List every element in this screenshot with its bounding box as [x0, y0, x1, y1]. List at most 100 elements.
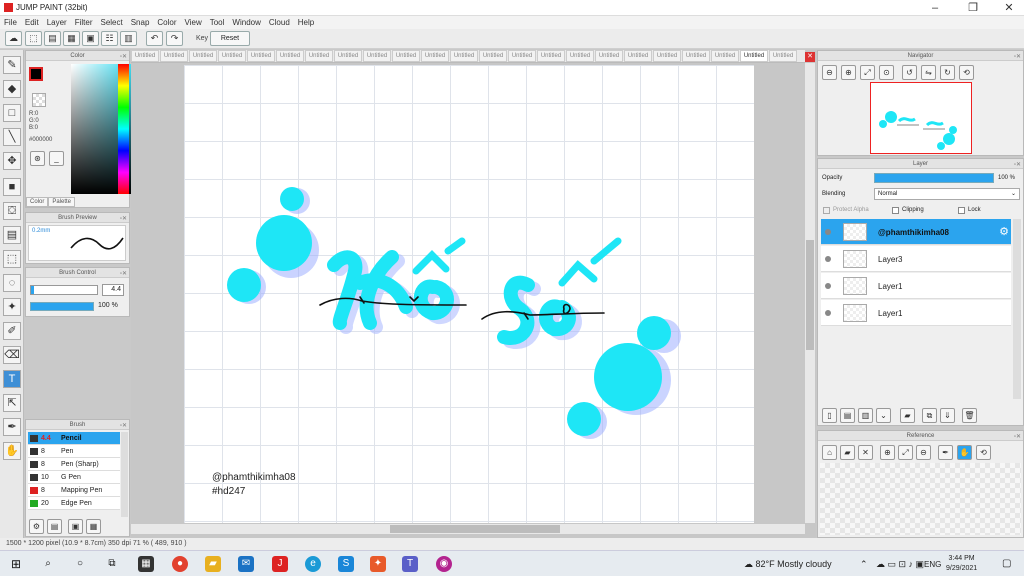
- eye-icon[interactable]: [825, 256, 831, 262]
- language-indicator[interactable]: ENG: [924, 560, 941, 569]
- actual-size-icon[interactable]: ⊙: [879, 65, 894, 80]
- rotate-right-icon[interactable]: ↻: [940, 65, 955, 80]
- horizontal-scroll-thumb[interactable]: [390, 525, 560, 533]
- layer-list-scrollbar[interactable]: [1013, 219, 1021, 399]
- panel-close-icon[interactable]: ▫✕: [1014, 160, 1021, 170]
- menu-view[interactable]: View: [181, 16, 206, 27]
- eraser-tool-icon[interactable]: ◆: [3, 80, 21, 98]
- pen-tool-icon[interactable]: ✎: [3, 56, 21, 74]
- brush-size-slider[interactable]: [30, 285, 98, 295]
- brush-item-mapping-pen[interactable]: 8 Mapping Pen: [28, 484, 120, 497]
- fit-icon[interactable]: ⤢: [860, 65, 875, 80]
- eye-icon[interactable]: [825, 229, 831, 235]
- store-icon[interactable]: ▦: [138, 556, 154, 572]
- drawing-canvas[interactable]: [184, 65, 754, 523]
- tray-chevron-icon[interactable]: ⌃: [860, 559, 868, 570]
- clipping-checkbox[interactable]: [892, 207, 899, 214]
- new-layer-8bit-icon[interactable]: ▤: [840, 408, 855, 423]
- minimize-button[interactable]: –: [924, 1, 946, 15]
- flip-icon[interactable]: ⇋: [921, 65, 936, 80]
- document-tab[interactable]: Untitled: [537, 50, 565, 62]
- maximize-button[interactable]: ❐: [962, 1, 984, 15]
- mail-icon[interactable]: ✉: [238, 556, 254, 572]
- app-icon-purple[interactable]: ◉: [436, 556, 452, 572]
- lasso-tool-icon[interactable]: ◌: [3, 274, 21, 292]
- menu-file[interactable]: File: [0, 16, 21, 27]
- layer-dropdown-icon[interactable]: ⌄: [876, 408, 891, 423]
- panel-close-icon[interactable]: ▫✕: [120, 269, 127, 279]
- new-folder-icon[interactable]: ▰: [900, 408, 915, 423]
- document-tab[interactable]: Untitled: [363, 50, 391, 62]
- select-eraser-tool-icon[interactable]: ⌫: [3, 346, 21, 364]
- foreground-color-swatch[interactable]: [29, 67, 43, 81]
- reference-hand-icon[interactable]: ✋: [957, 445, 972, 460]
- eyedropper-tool-icon[interactable]: ✒: [3, 418, 21, 436]
- menu-color[interactable]: Color: [153, 16, 180, 27]
- hand-tool-icon[interactable]: ✋: [3, 442, 21, 460]
- teams-icon[interactable]: T: [402, 556, 418, 572]
- menu-help[interactable]: Help: [294, 16, 318, 27]
- search-icon[interactable]: ⌕: [40, 556, 56, 572]
- layer-row[interactable]: Layer1: [821, 273, 1011, 299]
- menu-cloud[interactable]: Cloud: [265, 16, 294, 27]
- save-icon[interactable]: ▦: [63, 31, 80, 46]
- duplicate-layer-icon[interactable]: ⧉: [922, 408, 937, 423]
- color-option-icon[interactable]: _: [49, 151, 64, 166]
- menu-layer[interactable]: Layer: [43, 16, 71, 27]
- document-tab[interactable]: Untitled: [247, 50, 275, 62]
- brush-settings-icon[interactable]: ⚙: [29, 519, 44, 534]
- reference-zoom-in-icon[interactable]: ⊕: [880, 445, 895, 460]
- reference-close-icon[interactable]: ✕: [858, 445, 873, 460]
- brush-opacity-slider[interactable]: [30, 302, 94, 311]
- document-tab[interactable]: Untitled: [595, 50, 623, 62]
- transparent-color-swatch[interactable]: [32, 93, 46, 107]
- gradient-tool-icon[interactable]: ▤: [3, 226, 21, 244]
- reset-view-icon[interactable]: ⟲: [959, 65, 974, 80]
- new-layer-icon[interactable]: ▯: [822, 408, 837, 423]
- layer-row[interactable]: Layer1: [821, 300, 1011, 326]
- print-icon[interactable]: ▥: [120, 31, 137, 46]
- navigator-thumbnail[interactable]: [870, 82, 972, 154]
- select-rect-tool-icon[interactable]: ⬚: [3, 250, 21, 268]
- document-tab[interactable]: Untitled: [421, 50, 449, 62]
- layer-row[interactable]: Layer3: [821, 246, 1011, 272]
- notification-icon[interactable]: ▢: [1002, 558, 1011, 569]
- lock-checkbox[interactable]: [958, 207, 965, 214]
- tab-color[interactable]: Color: [26, 197, 49, 207]
- reference-view[interactable]: [820, 463, 1021, 535]
- menu-select[interactable]: Select: [96, 16, 126, 27]
- close-button[interactable]: ✕: [998, 1, 1020, 15]
- clock[interactable]: 3:44 PM 9/29/2021: [946, 554, 977, 574]
- layer-row[interactable]: @phamthikimha08 ⚙: [821, 219, 1011, 245]
- document-tab[interactable]: Untitled: [276, 50, 304, 62]
- brush-item-pen-sharp[interactable]: 8 Pen (Sharp): [28, 458, 120, 471]
- panel-close-icon[interactable]: ▫✕: [1014, 432, 1021, 442]
- text-tool-icon[interactable]: T: [3, 370, 21, 388]
- task-view-icon[interactable]: ○: [72, 556, 88, 572]
- document-tab[interactable]: Untitled: [218, 50, 246, 62]
- document-tab[interactable]: Untitled: [624, 50, 652, 62]
- app-icon-red[interactable]: ✦: [370, 556, 386, 572]
- fill-rect-tool-icon[interactable]: ■: [3, 178, 21, 196]
- brush-add-icon[interactable]: ▤: [47, 519, 62, 534]
- brush-item-edge-pen[interactable]: 20 Edge Pen: [28, 497, 120, 510]
- blending-select[interactable]: Normal ⌄: [874, 188, 1020, 200]
- menu-edit[interactable]: Edit: [21, 16, 43, 27]
- brush-item-g-pen[interactable]: 10 G Pen: [28, 471, 120, 484]
- windows-start-icon[interactable]: ⊞: [8, 556, 24, 572]
- document-tab[interactable]: Untitled: [479, 50, 507, 62]
- menu-filter[interactable]: Filter: [71, 16, 97, 27]
- weather-widget[interactable]: ☁ 82°F Mostly cloudy: [744, 559, 832, 570]
- magic-wand-tool-icon[interactable]: ✦: [3, 298, 21, 316]
- brush-delete-icon[interactable]: ▦: [86, 519, 101, 534]
- edge-icon[interactable]: e: [305, 556, 321, 572]
- close-document-icon[interactable]: ✕: [805, 52, 815, 62]
- eye-icon[interactable]: [825, 283, 831, 289]
- document-tab[interactable]: Untitled: [305, 50, 333, 62]
- document-tab[interactable]: Untitled: [711, 50, 739, 62]
- color-wheel-icon[interactable]: ⊛: [30, 151, 45, 166]
- bucket-tool-icon[interactable]: ⛋: [3, 202, 21, 220]
- line-tool-icon[interactable]: ╲: [3, 128, 21, 146]
- reference-fit-icon[interactable]: ⤢: [898, 445, 913, 460]
- brush-size-value[interactable]: 4.4: [102, 284, 124, 296]
